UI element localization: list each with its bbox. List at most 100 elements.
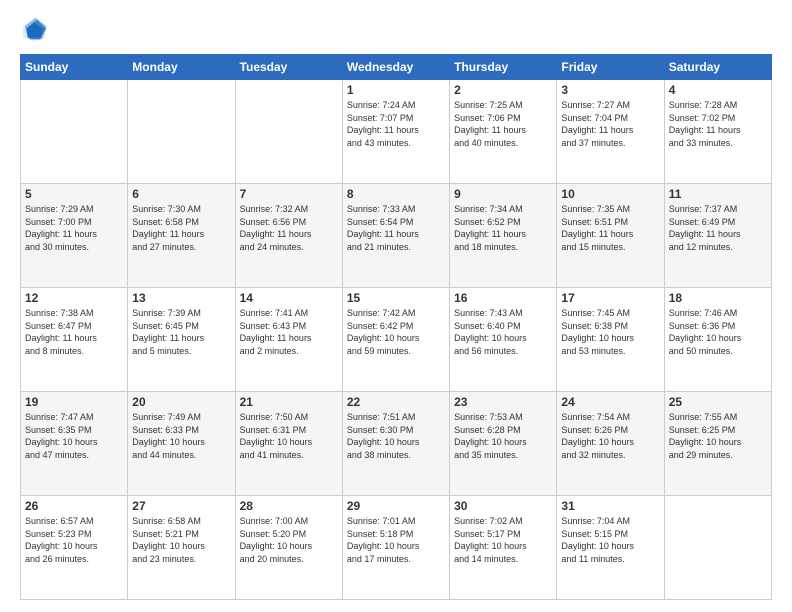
day-info: Sunrise: 7:55 AM Sunset: 6:25 PM Dayligh… — [669, 411, 767, 461]
table-row: 2Sunrise: 7:25 AM Sunset: 7:06 PM Daylig… — [450, 80, 557, 184]
table-row: 24Sunrise: 7:54 AM Sunset: 6:26 PM Dayli… — [557, 392, 664, 496]
day-info: Sunrise: 7:43 AM Sunset: 6:40 PM Dayligh… — [454, 307, 552, 357]
calendar-body: 1 Sunrise: 7:24 AM Sunset: 7:07 PM Daylig… — [21, 80, 772, 600]
table-row: 18Sunrise: 7:46 AM Sunset: 6:36 PM Dayli… — [664, 288, 771, 392]
day-number: 9 — [454, 187, 552, 201]
table-row: 7 Sunrise: 7:32 AM Sunset: 6:56 PM Daylig… — [235, 184, 342, 288]
calendar-header: Sunday Monday Tuesday Wednesday Thursday… — [21, 55, 772, 80]
header — [20, 16, 772, 44]
logo — [20, 16, 52, 44]
table-row: 28 Sunrise: 7:00 AM Sunset: 5:20 PM Dayli… — [235, 496, 342, 600]
day-info: Sunrise: 7:50 AM Sunset: 6:31 PM Dayligh… — [240, 411, 338, 461]
table-row: 4 Sunrise: 7:28 AM Sunset: 7:02 PM Daylig… — [664, 80, 771, 184]
day-info: Sunrise: 7:29 AM Sunset: 7:00 PM Dayligh… — [25, 203, 123, 253]
day-info: Sunrise: 7:32 AM Sunset: 6:56 PM Dayligh… — [240, 203, 338, 253]
day-info: Sunrise: 7:04 AM Sunset: 5:15 PM Dayligh… — [561, 515, 659, 565]
day-number: 17 — [561, 291, 659, 305]
table-row — [21, 80, 128, 184]
day-number: 28 — [240, 499, 338, 513]
calendar-table: Sunday Monday Tuesday Wednesday Thursday… — [20, 54, 772, 600]
logo-icon — [20, 16, 48, 44]
col-monday: Monday — [128, 55, 235, 80]
col-thursday: Thursday — [450, 55, 557, 80]
day-number: 8 — [347, 187, 445, 201]
table-row: 15 Sunrise: 7:42 AM Sunset: 6:42 PM Dayli… — [342, 288, 449, 392]
day-number: 2 — [454, 83, 552, 97]
table-row: 11 Sunrise: 7:37 AM Sunset: 6:49 PM Dayli… — [664, 184, 771, 288]
table-row: 10 Sunrise: 7:35 AM Sunset: 6:51 PM Dayli… — [557, 184, 664, 288]
day-info: Sunrise: 7:24 AM Sunset: 7:07 PM Dayligh… — [347, 99, 445, 149]
table-row: 16Sunrise: 7:43 AM Sunset: 6:40 PM Dayli… — [450, 288, 557, 392]
day-number: 25 — [669, 395, 767, 409]
table-row — [128, 80, 235, 184]
day-info: Sunrise: 7:37 AM Sunset: 6:49 PM Dayligh… — [669, 203, 767, 253]
day-number: 10 — [561, 187, 659, 201]
day-number: 29 — [347, 499, 445, 513]
day-number: 14 — [240, 291, 338, 305]
day-info: Sunrise: 7:38 AM Sunset: 6:47 PM Dayligh… — [25, 307, 123, 357]
day-number: 13 — [132, 291, 230, 305]
day-info: Sunrise: 7:33 AM Sunset: 6:54 PM Dayligh… — [347, 203, 445, 253]
table-row: 1 Sunrise: 7:24 AM Sunset: 7:07 PM Daylig… — [342, 80, 449, 184]
header-row: Sunday Monday Tuesday Wednesday Thursday… — [21, 55, 772, 80]
day-info: Sunrise: 7:47 AM Sunset: 6:35 PM Dayligh… — [25, 411, 123, 461]
table-row: 21Sunrise: 7:50 AM Sunset: 6:31 PM Dayli… — [235, 392, 342, 496]
day-info: Sunrise: 7:35 AM Sunset: 6:51 PM Dayligh… — [561, 203, 659, 253]
calendar-week-3: 12 Sunrise: 7:38 AM Sunset: 6:47 PM Dayli… — [21, 288, 772, 392]
day-info: Sunrise: 7:42 AM Sunset: 6:42 PM Dayligh… — [347, 307, 445, 357]
day-info: Sunrise: 7:28 AM Sunset: 7:02 PM Dayligh… — [669, 99, 767, 149]
table-row: 9 Sunrise: 7:34 AM Sunset: 6:52 PM Daylig… — [450, 184, 557, 288]
day-info: Sunrise: 7:51 AM Sunset: 6:30 PM Dayligh… — [347, 411, 445, 461]
day-number: 12 — [25, 291, 123, 305]
day-info: Sunrise: 7:53 AM Sunset: 6:28 PM Dayligh… — [454, 411, 552, 461]
day-info: Sunrise: 7:30 AM Sunset: 6:58 PM Dayligh… — [132, 203, 230, 253]
table-row: 19 Sunrise: 7:47 AM Sunset: 6:35 PM Dayli… — [21, 392, 128, 496]
calendar-week-5: 26 Sunrise: 6:57 AM Sunset: 5:23 PM Dayli… — [21, 496, 772, 600]
calendar-week-1: 1 Sunrise: 7:24 AM Sunset: 7:07 PM Daylig… — [21, 80, 772, 184]
table-row: 22 Sunrise: 7:51 AM Sunset: 6:30 PM Dayli… — [342, 392, 449, 496]
day-info: Sunrise: 7:27 AM Sunset: 7:04 PM Dayligh… — [561, 99, 659, 149]
day-info: Sunrise: 7:01 AM Sunset: 5:18 PM Dayligh… — [347, 515, 445, 565]
day-number: 1 — [347, 83, 445, 97]
table-row — [664, 496, 771, 600]
table-row: 14 Sunrise: 7:41 AM Sunset: 6:43 PM Dayli… — [235, 288, 342, 392]
table-row: 27Sunrise: 6:58 AM Sunset: 5:21 PM Dayli… — [128, 496, 235, 600]
day-number: 20 — [132, 395, 230, 409]
calendar-week-4: 19 Sunrise: 7:47 AM Sunset: 6:35 PM Dayli… — [21, 392, 772, 496]
day-number: 5 — [25, 187, 123, 201]
day-info: Sunrise: 7:41 AM Sunset: 6:43 PM Dayligh… — [240, 307, 338, 357]
day-info: Sunrise: 6:57 AM Sunset: 5:23 PM Dayligh… — [25, 515, 123, 565]
day-info: Sunrise: 7:00 AM Sunset: 5:20 PM Dayligh… — [240, 515, 338, 565]
col-tuesday: Tuesday — [235, 55, 342, 80]
day-number: 19 — [25, 395, 123, 409]
col-sunday: Sunday — [21, 55, 128, 80]
table-row: 29 Sunrise: 7:01 AM Sunset: 5:18 PM Dayli… — [342, 496, 449, 600]
day-number: 31 — [561, 499, 659, 513]
table-row: 26 Sunrise: 6:57 AM Sunset: 5:23 PM Dayli… — [21, 496, 128, 600]
table-row: 31 Sunrise: 7:04 AM Sunset: 5:15 PM Dayli… — [557, 496, 664, 600]
col-saturday: Saturday — [664, 55, 771, 80]
col-wednesday: Wednesday — [342, 55, 449, 80]
table-row: 12 Sunrise: 7:38 AM Sunset: 6:47 PM Dayli… — [21, 288, 128, 392]
table-row: 8 Sunrise: 7:33 AM Sunset: 6:54 PM Daylig… — [342, 184, 449, 288]
table-row: 6Sunrise: 7:30 AM Sunset: 6:58 PM Daylig… — [128, 184, 235, 288]
day-number: 4 — [669, 83, 767, 97]
calendar-week-2: 5 Sunrise: 7:29 AM Sunset: 7:00 PM Daylig… — [21, 184, 772, 288]
day-number: 30 — [454, 499, 552, 513]
day-number: 7 — [240, 187, 338, 201]
table-row: 3 Sunrise: 7:27 AM Sunset: 7:04 PM Daylig… — [557, 80, 664, 184]
day-info: Sunrise: 7:54 AM Sunset: 6:26 PM Dayligh… — [561, 411, 659, 461]
table-row: 17 Sunrise: 7:45 AM Sunset: 6:38 PM Dayli… — [557, 288, 664, 392]
day-number: 26 — [25, 499, 123, 513]
col-friday: Friday — [557, 55, 664, 80]
day-number: 22 — [347, 395, 445, 409]
day-number: 3 — [561, 83, 659, 97]
day-info: Sunrise: 6:58 AM Sunset: 5:21 PM Dayligh… — [132, 515, 230, 565]
day-number: 15 — [347, 291, 445, 305]
table-row: 20Sunrise: 7:49 AM Sunset: 6:33 PM Dayli… — [128, 392, 235, 496]
table-row: 30Sunrise: 7:02 AM Sunset: 5:17 PM Dayli… — [450, 496, 557, 600]
table-row — [235, 80, 342, 184]
day-number: 11 — [669, 187, 767, 201]
day-info: Sunrise: 7:34 AM Sunset: 6:52 PM Dayligh… — [454, 203, 552, 253]
day-info: Sunrise: 7:45 AM Sunset: 6:38 PM Dayligh… — [561, 307, 659, 357]
